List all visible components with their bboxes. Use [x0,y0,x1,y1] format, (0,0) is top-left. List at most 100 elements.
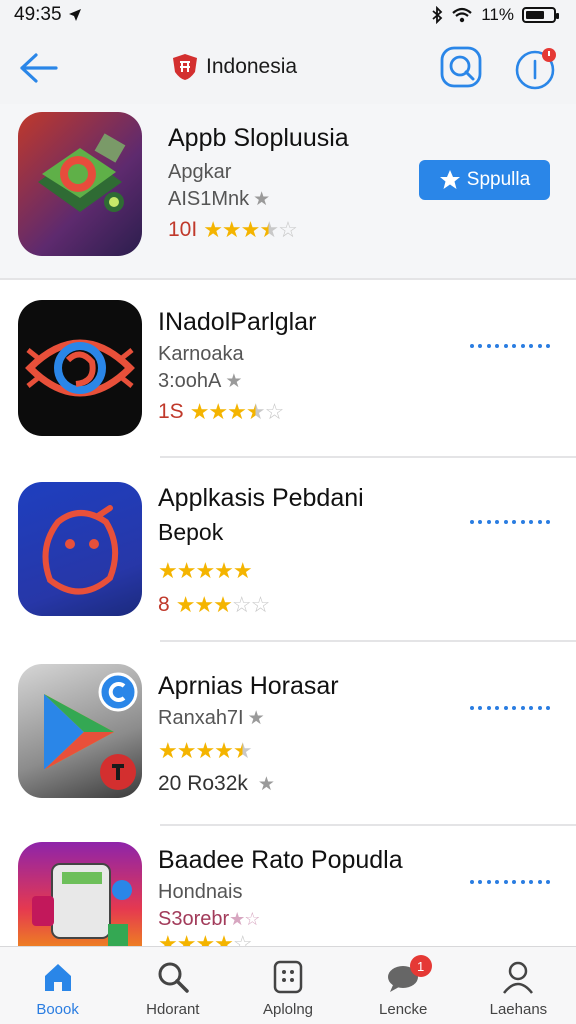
bluetooth-icon [432,6,443,24]
more-options-button[interactable] [470,696,550,720]
battery-percent: 11% [481,5,514,24]
list-item[interactable]: Baadee Rato Popudla Hondnais S3orebr★☆ ★… [0,826,576,946]
meta-star-icon: ★ [247,708,265,729]
get-app-label: Sppulla [466,169,531,190]
tab-label: Aplolng [262,1001,314,1018]
play-logo-icon [44,672,138,790]
list-item[interactable]: Aprnias Horasar Ranxah7I ★ ★★★★★ 20 Ro32k… [0,642,576,826]
top-stars-row: ★★★★★ [158,558,364,584]
app-icon [18,664,142,798]
tab-label: Laehans [489,1001,548,1018]
list-item[interactable]: INadolParlglar Karnoaka 3:oohA ★ 1S ★★★★☆ [0,280,576,458]
status-left: 49:35 [14,4,82,26]
featured-app-name: Appb Slopluusia [168,124,349,152]
stickers-logo-icon [32,863,132,946]
app-name: Baadee Rato Popudla [158,846,403,874]
meta-star-icon: ★ [253,189,271,210]
back-button[interactable] [14,48,62,88]
app-name: INadolParlglar [158,308,317,336]
rating-number: 20 Ro32k [158,772,248,795]
more-options-button[interactable] [470,334,550,358]
featured-rating-stars: ★★★★☆ [203,217,298,242]
app-icon [18,482,142,616]
featured-app-meta: AIS1Mnk [168,188,250,210]
app-name: Applkasis Pebdani [158,484,364,512]
tab-apps[interactable]: Aplolng [230,947,345,1024]
tab-search[interactable]: Hdorant [115,947,230,1024]
search-button[interactable] [436,42,486,92]
app-meta: S3orebr [158,908,230,930]
status-right: 11% [431,5,559,25]
app-text: Applkasis Pebdani Bepok ★★★★★ 8 ★★★☆☆ [158,484,364,618]
tab-messages[interactable]: 1 Lencke [346,947,461,1024]
app-meta: 3:oohA [158,370,222,392]
top-stars-row: ★★★★★ [158,738,339,764]
rating-stars: ★★★★☆ [189,399,285,424]
shield-flag-icon [173,54,197,80]
list-item[interactable]: Applkasis Pebdani Bepok ★★★★★ 8 ★★★☆☆ [0,458,576,642]
star-badge-icon [439,170,460,189]
meta-star-icon: ★ [257,773,275,795]
page-title-text: Indonesia [206,55,298,78]
rating-stars: ★★★★★ [158,738,253,763]
app-icon [18,842,142,946]
location-arrow-icon [68,9,81,21]
tab-home[interactable]: Boook [0,947,115,1024]
app-developer: Karnoaka [158,343,244,365]
rating-row: 8 ★★★☆☆ [158,592,364,618]
meta-stars-icon: ★☆ [229,909,260,929]
puzzle-logo-icon [38,133,126,212]
meta-star-icon: ★ [225,371,243,392]
app-developer: Hondnais [158,881,243,903]
search-icon [440,46,482,88]
app-developer: Ranxah7I [158,707,244,729]
back-arrow-icon [20,53,58,83]
rating-row: 20 Ro32k ★ [158,772,339,796]
more-options-button[interactable] [470,510,550,534]
face-logo-icon [42,505,119,595]
featured-app-card[interactable]: Appb Slopluusia Apgkar AIS1Mnk ★ 10I ★★★★… [0,104,576,280]
featured-rating-number: 10I [168,218,198,241]
app-developer: Bepok [158,519,224,545]
featured-app-subtitle: Apgkar [168,161,232,183]
rating-number: 8 [158,593,170,616]
more-options-button[interactable] [470,870,550,894]
page-title: Indonesia [170,52,297,82]
tab-profile[interactable]: Laehans [461,947,576,1024]
tab-bar: Boook Hdorant Aplolng 1 Lencke Laehans [0,946,576,1024]
app-icon [18,300,142,436]
status-time: 49:35 [14,4,62,25]
rating-stars-partial: ★★★★☆ [158,931,253,946]
rating-row: 1S ★★★★☆ [158,399,316,425]
apps-grid-icon [273,960,303,994]
nav-bar: Indonesia [0,34,576,104]
app-text: Aprnias Horasar Ranxah7I ★ ★★★★★ 20 Ro32k… [158,672,339,796]
search-icon [158,962,189,993]
profile-icon [503,961,534,994]
tab-label: Hdorant [146,1001,200,1018]
featured-rating-row: 10I ★★★★☆ [168,217,349,243]
notification-badge: 1 [409,955,432,977]
featured-app-icon [18,112,142,256]
home-icon [44,964,71,991]
tab-label: Boook [36,1001,79,1018]
get-app-button[interactable]: Sppulla [419,160,550,200]
status-bar: 49:35 11% [0,0,576,30]
rating-number: 1S [158,400,184,423]
wifi-icon [452,7,472,23]
app-text: INadolParlglar Karnoaka 3:oohA ★ 1S ★★★★☆ [158,308,316,425]
eye-logo-icon [25,339,135,397]
rating-stars: ★★★★★ [158,558,253,583]
tab-label: Lencke [379,1001,428,1018]
info-icon [515,48,556,90]
battery-icon [522,7,559,23]
battery-level [526,11,545,19]
app-meta-row: S3orebr★☆ [158,908,403,931]
info-button[interactable] [512,44,560,92]
app-name: Aprnias Horasar [158,672,339,700]
rating-stars: ★★★☆☆ [175,592,271,617]
app-text: Baadee Rato Popudla Hondnais S3orebr★☆ ★… [158,846,403,946]
rating-row: ★★★★☆ [158,931,403,946]
app-meta-row: 3:oohA ★ [158,370,316,393]
featured-app-meta-row: AIS1Mnk ★ [168,188,349,211]
